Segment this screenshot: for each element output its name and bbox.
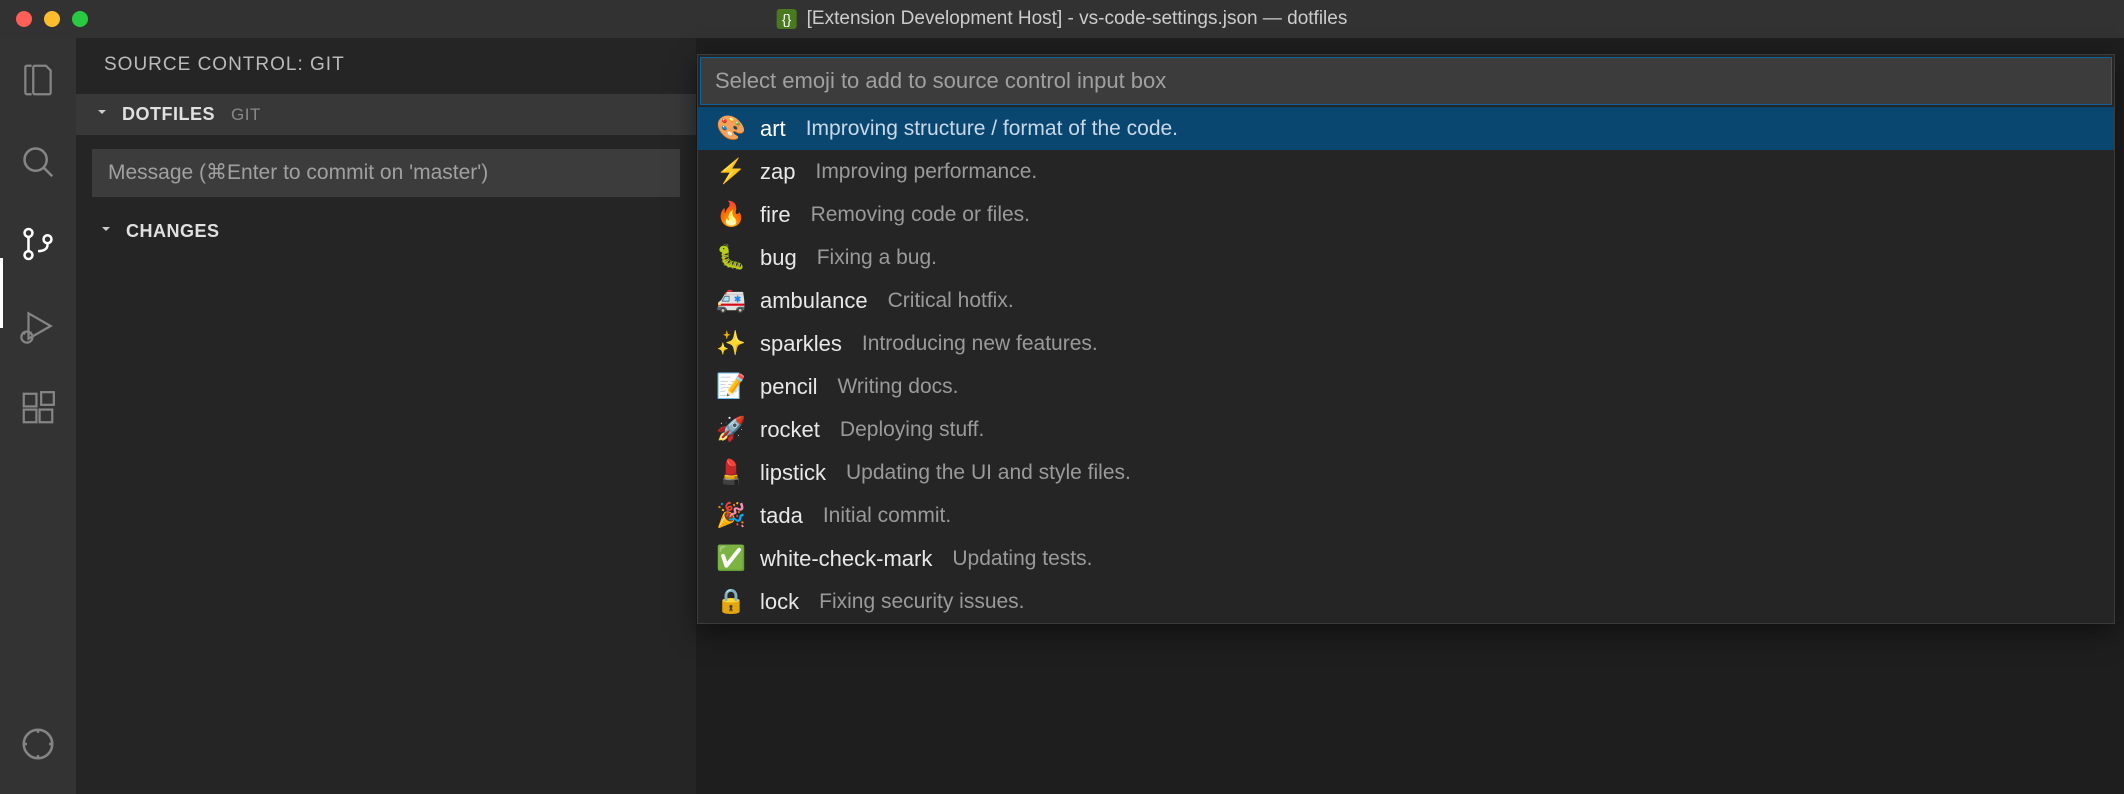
quickpick-item-label: sparkles	[760, 331, 842, 357]
rocket-emoji-icon: 🚀	[716, 415, 744, 444]
quickpick-item-lock[interactable]: 🔒 lock Fixing security issues.	[698, 580, 2114, 623]
extensions-icon[interactable]	[18, 388, 58, 428]
quickpick-palette: 🎨 art Improving structure / format of the …	[697, 54, 2115, 624]
quickpick-item-label: tada	[760, 503, 803, 529]
titlebar: {} [Extension Development Host] - vs-cod…	[0, 0, 2124, 38]
quickpick-item-label: rocket	[760, 417, 820, 443]
quickpick-item-desc: Updating tests.	[952, 547, 1092, 571]
quickpick-item-fire[interactable]: 🔥 fire Removing code or files.	[698, 193, 2114, 236]
white-check-mark-emoji-icon: ✅	[716, 544, 744, 573]
quickpick-list: 🎨 art Improving structure / format of the …	[698, 107, 2114, 623]
file-icon: {}	[777, 9, 797, 29]
quickpick-item-desc: Initial commit.	[823, 504, 951, 528]
close-button[interactable]	[16, 11, 32, 27]
quickpick-item-rocket[interactable]: 🚀 rocket Deploying stuff.	[698, 408, 2114, 451]
quickpick-item-label: fire	[760, 202, 791, 228]
ambulance-emoji-icon: 🚑	[716, 286, 744, 315]
quickpick-item-zap[interactable]: ⚡ zap Improving performance.	[698, 150, 2114, 193]
quickpick-item-lipstick[interactable]: 💄 lipstick Updating the UI and style files…	[698, 451, 2114, 494]
quickpick-item-label: bug	[760, 245, 797, 271]
fire-emoji-icon: 🔥	[716, 200, 744, 229]
activity-bar	[0, 38, 76, 794]
accounts-icon[interactable]	[18, 724, 58, 764]
repo-name: DOTFILES	[122, 104, 215, 125]
changes-section[interactable]: CHANGES	[76, 211, 696, 252]
quickpick-item-desc: Removing code or files.	[811, 203, 1030, 227]
source-control-icon[interactable]	[18, 224, 58, 264]
quickpick-item-label: zap	[760, 159, 795, 185]
quickpick-item-label: pencil	[760, 374, 817, 400]
quickpick-item-desc: Updating the UI and style files.	[846, 461, 1131, 485]
quickpick-item-desc: Improving performance.	[815, 160, 1037, 184]
chevron-down-icon	[98, 221, 116, 242]
quickpick-item-desc: Fixing a bug.	[817, 246, 937, 270]
art-emoji-icon: 🎨	[716, 114, 744, 143]
quickpick-item-bug[interactable]: 🐛 bug Fixing a bug.	[698, 236, 2114, 279]
quickpick-item-desc: Writing docs.	[837, 375, 958, 399]
quickpick-item-desc: Critical hotfix.	[888, 289, 1014, 313]
window-controls	[0, 11, 88, 27]
quickpick-item-tada[interactable]: 🎉 tada Initial commit.	[698, 494, 2114, 537]
quickpick-item-ambulance[interactable]: 🚑 ambulance Critical hotfix.	[698, 279, 2114, 322]
window-title-text: [Extension Development Host] - vs-code-s…	[807, 8, 1348, 30]
pencil-emoji-icon: 📝	[716, 372, 744, 401]
active-tab-indicator	[0, 258, 3, 328]
debug-icon[interactable]	[18, 306, 58, 346]
lock-emoji-icon: 🔒	[716, 587, 744, 616]
minimize-button[interactable]	[44, 11, 60, 27]
quickpick-item-label: lock	[760, 589, 799, 615]
chevron-down-icon	[94, 104, 112, 125]
repo-type: GIT	[231, 105, 261, 125]
zap-emoji-icon: ⚡	[716, 157, 744, 186]
quickpick-item-sparkles[interactable]: ✨ sparkles Introducing new features.	[698, 322, 2114, 365]
changes-label: CHANGES	[126, 221, 220, 242]
repo-section[interactable]: DOTFILES GIT	[76, 94, 696, 135]
quickpick-input[interactable]	[700, 57, 2112, 105]
lipstick-emoji-icon: 💄	[716, 458, 744, 487]
quickpick-item-pencil[interactable]: 📝 pencil Writing docs.	[698, 365, 2114, 408]
quickpick-item-art[interactable]: 🎨 art Improving structure / format of the …	[698, 107, 2114, 150]
maximize-button[interactable]	[72, 11, 88, 27]
tada-emoji-icon: 🎉	[716, 501, 744, 530]
explorer-icon[interactable]	[18, 60, 58, 100]
quickpick-item-label: lipstick	[760, 460, 826, 486]
sidebar-header: SOURCE CONTROL: GIT	[76, 38, 696, 94]
quickpick-item-white-check-mark[interactable]: ✅ white-check-mark Updating tests.	[698, 537, 2114, 580]
quickpick-item-label: white-check-mark	[760, 546, 932, 572]
quickpick-item-desc: Improving structure / format of the code…	[806, 117, 1178, 141]
sparkles-emoji-icon: ✨	[716, 329, 744, 358]
search-icon[interactable]	[18, 142, 58, 182]
quickpick-item-desc: Fixing security issues.	[819, 590, 1024, 614]
window-title: {} [Extension Development Host] - vs-cod…	[777, 8, 1348, 30]
quickpick-item-label: ambulance	[760, 288, 868, 314]
quickpick-item-desc: Introducing new features.	[862, 332, 1098, 356]
quickpick-item-label: art	[760, 116, 786, 142]
quickpick-item-desc: Deploying stuff.	[840, 418, 984, 442]
commit-message-input[interactable]	[92, 149, 680, 197]
bug-emoji-icon: 🐛	[716, 243, 744, 272]
source-control-sidebar: SOURCE CONTROL: GIT DOTFILES GIT CHANGES	[76, 38, 696, 794]
